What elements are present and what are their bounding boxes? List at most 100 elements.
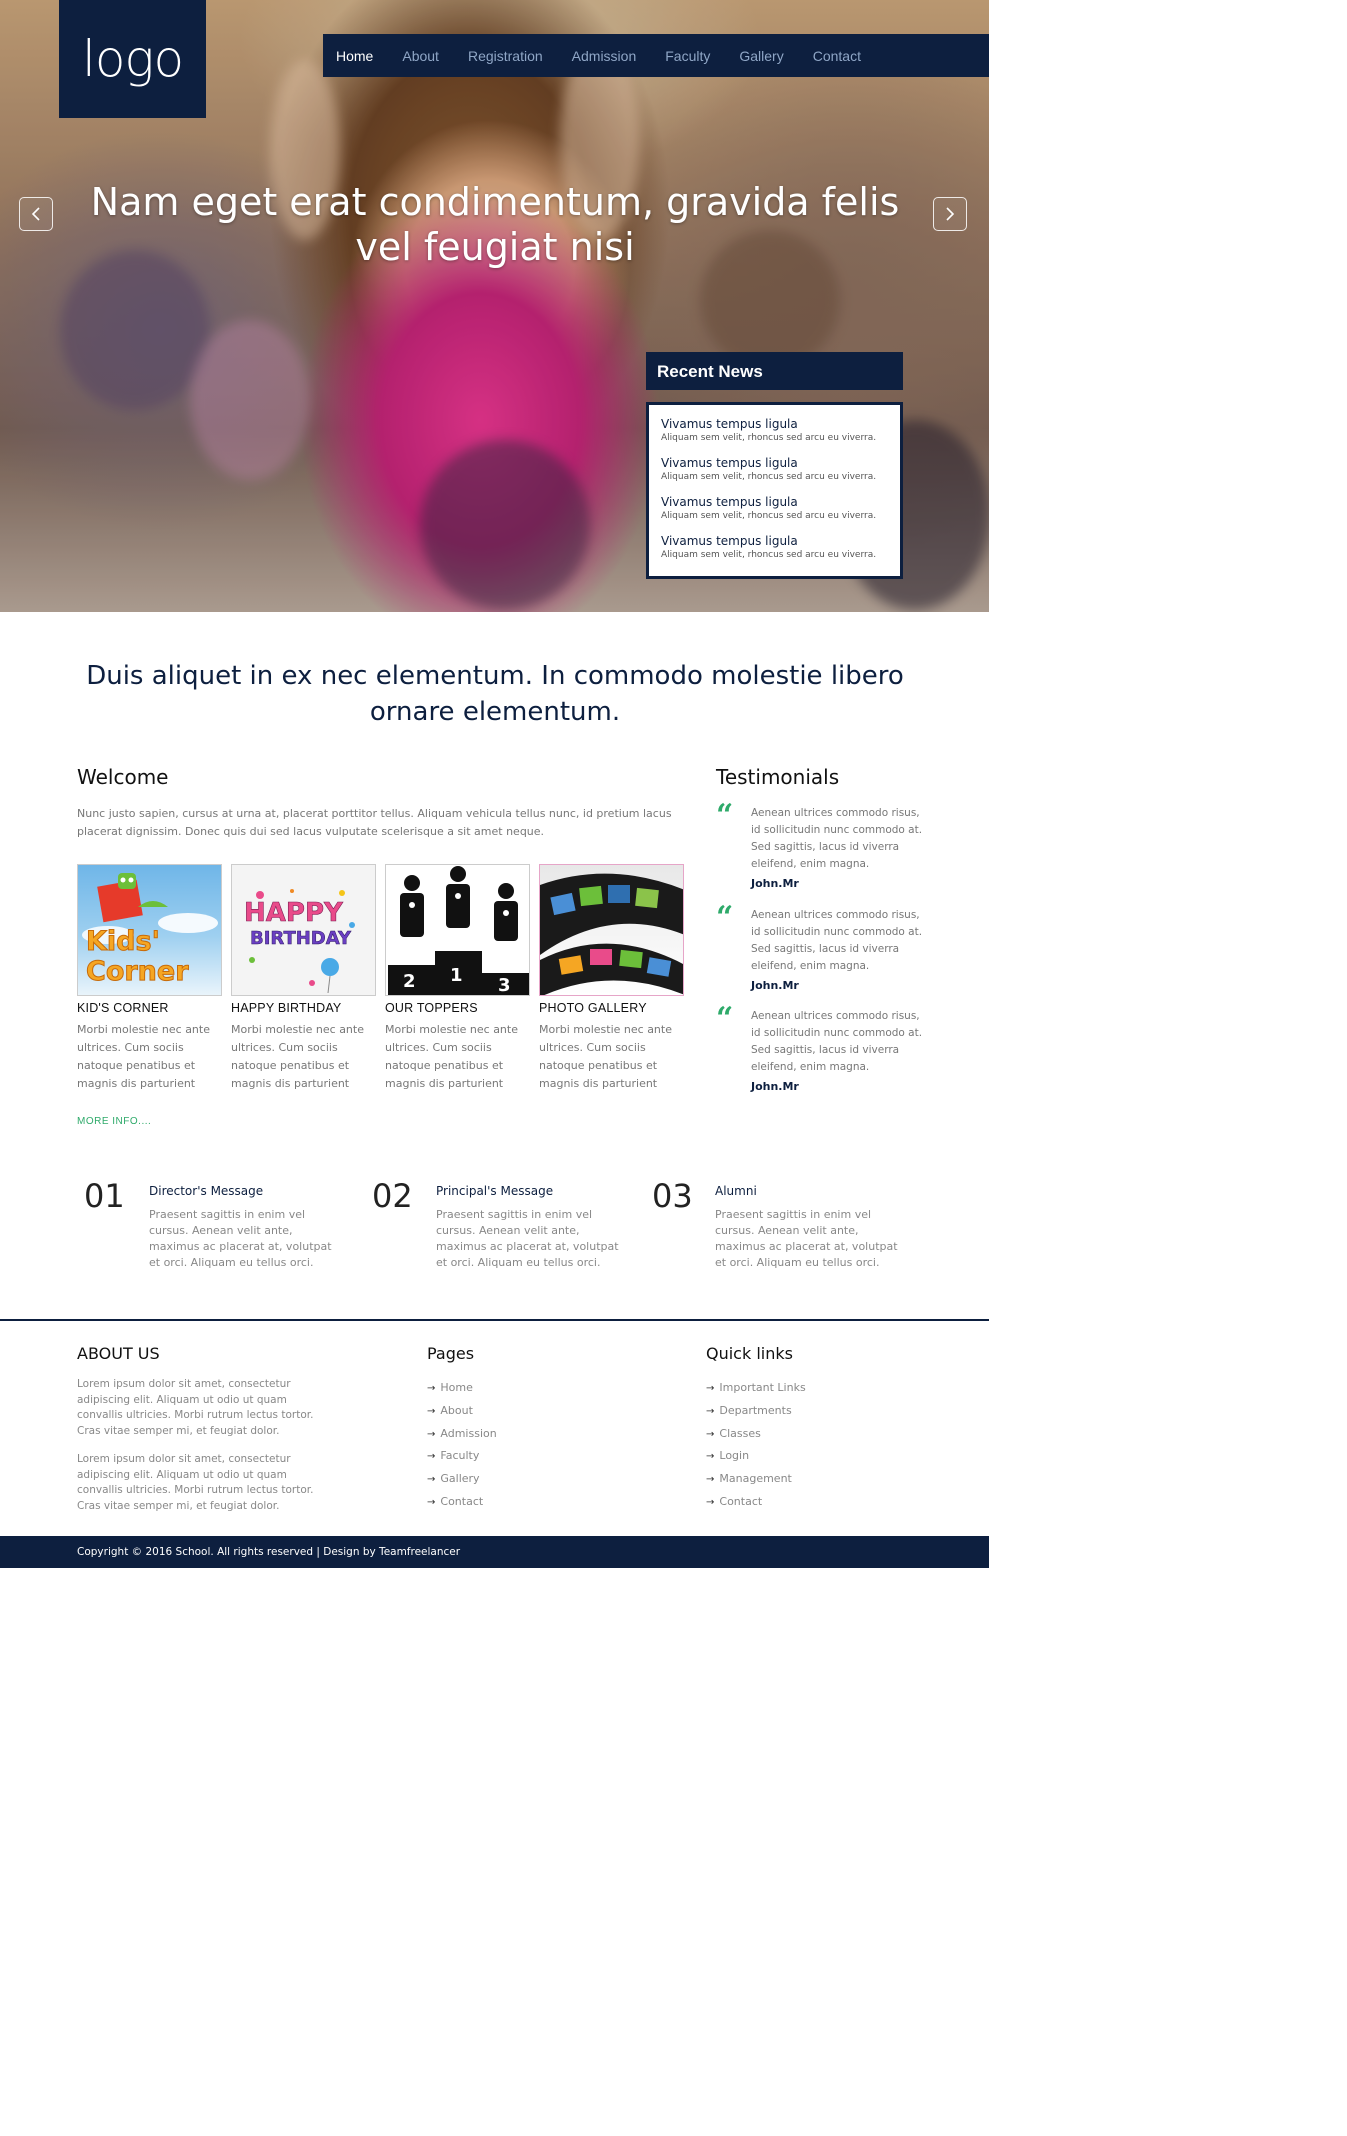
footer-link-label[interactable]: Important Links (719, 1381, 805, 1394)
testimonial-item: “ Aenean ultrices commodo risus, id soll… (716, 801, 926, 891)
message-number: 02 (372, 1177, 413, 1215)
slider-next-button[interactable] (933, 197, 967, 231)
logo-text: logo (81, 30, 184, 88)
birthday-line-1: HAPPY (244, 898, 343, 928)
footer-link[interactable]: → About (427, 1403, 497, 1426)
recent-news-panel: Vivamus tempus ligula Aliquam sem velit,… (646, 402, 903, 579)
footer-link[interactable]: → Management (706, 1471, 806, 1494)
footer-link[interactable]: → Faculty (427, 1448, 497, 1471)
footer-link-label[interactable]: Login (719, 1449, 749, 1462)
chevron-right-icon (946, 207, 955, 221)
footer-link-label[interactable]: Gallery (440, 1472, 479, 1485)
footer-link-label[interactable]: Management (719, 1472, 791, 1485)
feature-card[interactable]: Kids' Corner KID'S CORNER Morbi molestie… (77, 864, 222, 1093)
kids-corner-line-2: Corner (86, 956, 190, 987)
footer-link[interactable]: → Gallery (427, 1471, 497, 1494)
kids-corner-image[interactable]: Kids' Corner (77, 864, 222, 996)
news-title[interactable]: Vivamus tempus ligula (661, 495, 900, 510)
news-item[interactable]: Vivamus tempus ligula Aliquam sem velit,… (661, 417, 900, 456)
message-title[interactable]: Director's Message (149, 1184, 263, 1198)
testimonial-item: “ Aenean ultrices commodo risus, id soll… (716, 903, 926, 993)
footer-link-label[interactable]: Home (440, 1381, 472, 1394)
nav-registration[interactable]: Registration (468, 48, 543, 64)
footer-link[interactable]: → Contact (706, 1494, 806, 1517)
footer-link-label[interactable]: Departments (719, 1404, 791, 1417)
arrow-right-icon: → (427, 1451, 436, 1463)
card-title[interactable]: OUR TOPPERS (385, 1001, 530, 1015)
podium-2-label: 2 (403, 971, 416, 992)
news-excerpt: Aliquam sem velit, rhoncus sed arcu eu v… (661, 511, 877, 521)
photo-gallery-image[interactable] (539, 864, 684, 996)
message-number: 03 (652, 1177, 693, 1215)
birthday-line-2: BIRTHDAY (250, 928, 352, 949)
footer-link-label[interactable]: Faculty (440, 1449, 479, 1462)
podium-3-label: 3 (498, 975, 511, 996)
arrow-right-icon: → (706, 1451, 715, 1463)
nav-faculty[interactable]: Faculty (665, 48, 710, 64)
news-title[interactable]: Vivamus tempus ligula (661, 534, 900, 549)
footer-link-label[interactable]: About (440, 1404, 473, 1417)
feature-card[interactable]: PHOTO GALLERY Morbi molestie nec ante ul… (539, 864, 684, 1093)
footer-link[interactable]: → Important Links (706, 1380, 806, 1403)
intro-headline: Duis aliquet in ex nec elementum. In com… (86, 661, 904, 727)
more-info-link[interactable]: MORE INFO.... (77, 1116, 151, 1127)
quote-icon: “ (716, 900, 734, 935)
card-title[interactable]: HAPPY BIRTHDAY (231, 1001, 376, 1015)
testimonial-author: John.Mr (751, 877, 799, 890)
footer-about-text: Lorem ipsum dolor sit amet, consectetur … (77, 1453, 314, 1512)
footer-link[interactable]: → Departments (706, 1403, 806, 1426)
footer-link-label[interactable]: Contact (440, 1495, 483, 1508)
copyright-bar: Copyright © 2016 School. All rights rese… (0, 1536, 989, 1568)
footer-link-label[interactable]: Admission (440, 1427, 496, 1440)
arrow-right-icon: → (427, 1428, 436, 1440)
footer-link-label[interactable]: Classes (719, 1427, 760, 1440)
message-title[interactable]: Alumni (715, 1184, 757, 1198)
footer-link[interactable]: → Login (706, 1448, 806, 1471)
feature-card[interactable]: HAPPY BIRTHDAY HAPPY BIRTHDAY Morbi mole… (231, 864, 376, 1093)
arrow-right-icon: → (706, 1474, 715, 1486)
footer-link[interactable]: → Contact (427, 1494, 497, 1517)
arrow-right-icon: → (706, 1405, 715, 1417)
site-logo[interactable]: logo (59, 0, 206, 118)
nav-contact[interactable]: Contact (813, 48, 861, 64)
footer-divider (0, 1319, 989, 1321)
news-title[interactable]: Vivamus tempus ligula (661, 417, 900, 432)
news-item[interactable]: Vivamus tempus ligula Aliquam sem velit,… (661, 456, 900, 495)
footer-link[interactable]: → Admission (427, 1426, 497, 1449)
news-item[interactable]: Vivamus tempus ligula Aliquam sem velit,… (661, 495, 900, 534)
testimonials-heading: Testimonials (716, 765, 840, 789)
footer-link[interactable]: → Home (427, 1380, 497, 1403)
arrow-right-icon: → (706, 1428, 715, 1440)
news-title[interactable]: Vivamus tempus ligula (661, 456, 900, 471)
feature-card[interactable]: 2 1 3 OUR TOPPERS Morbi molestie nec ant… (385, 864, 530, 1093)
testimonial-text: Aenean ultrices commodo risus, id sollic… (751, 807, 923, 870)
message-number: 01 (84, 1177, 125, 1215)
news-item[interactable]: Vivamus tempus ligula Aliquam sem velit,… (661, 534, 900, 573)
hero-title: Nam eget erat condimentum, gravida felis… (90, 180, 900, 269)
footer-quick-heading: Quick links (706, 1344, 793, 1363)
message-title[interactable]: Principal's Message (436, 1184, 553, 1198)
slider-prev-button[interactable] (19, 197, 53, 231)
nav-admission[interactable]: Admission (572, 48, 637, 64)
testimonial-author: John.Mr (751, 1080, 799, 1093)
chevron-left-icon (31, 207, 40, 221)
arrow-right-icon: → (427, 1474, 436, 1486)
toppers-image[interactable]: 2 1 3 (385, 864, 530, 996)
footer-about-heading: ABOUT US (77, 1344, 160, 1363)
news-excerpt: Aliquam sem velit, rhoncus sed arcu eu v… (661, 433, 877, 443)
nav-home[interactable]: Home (336, 48, 373, 64)
nav-about[interactable]: About (402, 48, 439, 64)
testimonial-author: John.Mr (751, 979, 799, 992)
footer-quick-list: → Important Links → Departments → Classes →… (706, 1380, 806, 1517)
footer-link-label[interactable]: Contact (719, 1495, 762, 1508)
footer-link[interactable]: → Classes (706, 1426, 806, 1449)
message-text: Praesent sagittis in enim vel cursus. Ae… (436, 1208, 619, 1269)
card-title[interactable]: KID'S CORNER (77, 1001, 222, 1015)
welcome-heading: Welcome (77, 765, 169, 789)
copyright-text: Copyright © 2016 School. All rights rese… (77, 1546, 461, 1558)
nav-gallery[interactable]: Gallery (739, 48, 783, 64)
birthday-image[interactable]: HAPPY BIRTHDAY (231, 864, 376, 996)
welcome-text: Nunc justo sapien, cursus at urna at, pl… (77, 807, 672, 838)
film-strip-art (540, 873, 683, 995)
card-title[interactable]: PHOTO GALLERY (539, 1001, 684, 1015)
